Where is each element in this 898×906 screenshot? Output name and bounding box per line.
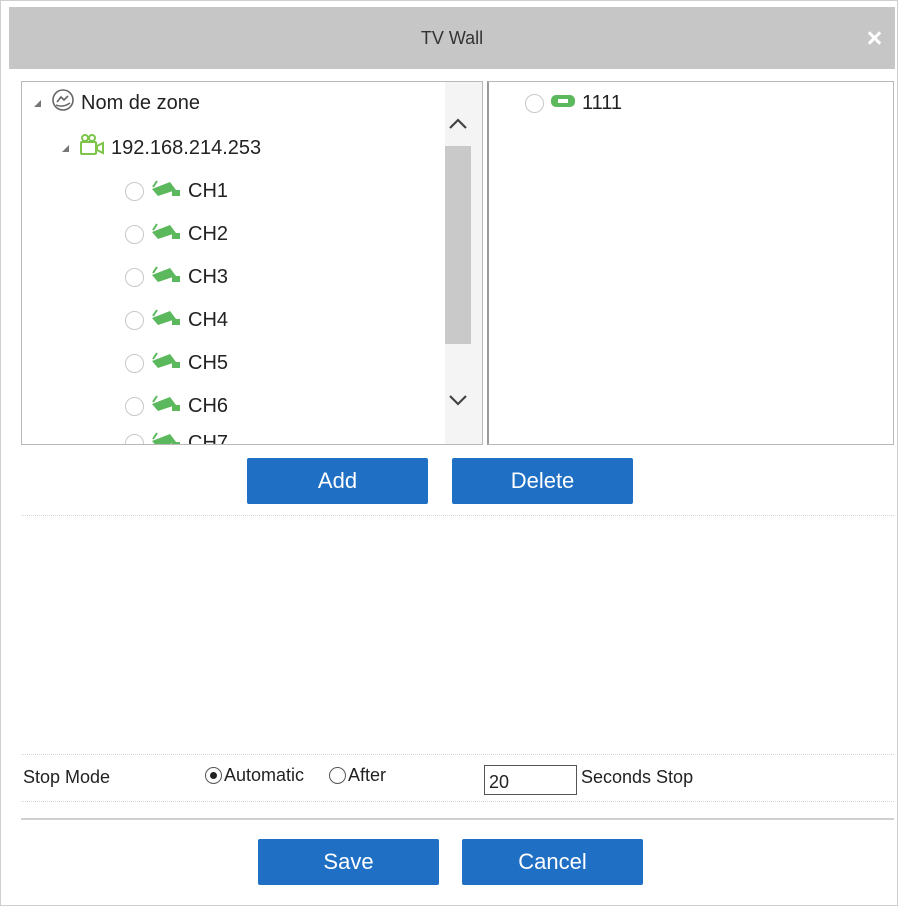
cancel-button[interactable]: Cancel [462,839,643,885]
channel-radio[interactable] [125,267,144,287]
camera-icon [150,393,182,419]
dialog-title: TV Wall [420,28,484,48]
tree-node-zone[interactable]: Nom de zone [34,88,200,118]
stop-mode-label: Stop Mode [23,767,111,787]
channel-label: CH7 [188,431,229,445]
camera-icon [150,264,182,290]
tree-channel-item[interactable]: CH6 [125,391,228,421]
channel-label: CH2 [188,222,229,245]
tv-wall-icon [550,92,576,115]
divider [21,515,894,516]
seconds-input[interactable] [484,765,577,795]
scrollbar-thumb[interactable] [445,146,471,344]
after-radio-option[interactable]: After [329,765,386,786]
tree-channel-item[interactable]: CH4 [125,305,228,335]
close-icon[interactable] [861,25,887,51]
expand-toggle-icon[interactable] [34,99,41,107]
selected-item-label: 1111 [582,91,623,114]
channel-label: CH5 [188,351,229,374]
expand-toggle-icon[interactable] [62,144,69,152]
chevron-down-icon[interactable] [445,388,471,414]
tree-node-device[interactable]: 192.168.214.253 [62,133,261,163]
channel-label: CH3 [188,265,229,288]
tree-scrollbar[interactable] [445,82,482,444]
seconds-stop-label: Seconds Stop [581,767,694,787]
channel-radio[interactable] [125,224,144,244]
tree-channel-item[interactable]: CH1 [125,176,228,206]
camera-icon [150,350,182,376]
channel-label: CH4 [188,308,229,331]
camera-icon [150,221,182,247]
save-button[interactable]: Save [258,839,439,885]
tree-channel-item[interactable]: CH2 [125,219,228,249]
device-label: 192.168.214.253 [111,136,262,159]
automatic-radio[interactable] [205,767,222,784]
chevron-up-icon[interactable] [445,110,471,136]
camera-icon [150,430,182,444]
automatic-radio-option[interactable]: Automatic [205,765,304,786]
channel-radio[interactable] [125,396,144,416]
delete-button[interactable]: Delete [452,458,633,504]
add-button[interactable]: Add [247,458,428,504]
camera-icon [150,178,182,204]
channel-radio[interactable] [125,433,144,444]
after-label: After [348,765,387,785]
after-radio[interactable] [329,767,346,784]
channel-label: CH6 [188,394,229,417]
tree-channel-item[interactable]: CH5 [125,348,228,378]
device-camera-icon [79,133,105,163]
zone-icon [51,88,75,118]
selected-tvwall-panel: 1111 [487,81,894,445]
camera-icon [150,307,182,333]
tree-channel-item[interactable]: CH7 [125,428,229,445]
divider [21,754,894,755]
divider [21,801,894,802]
channel-label: CH1 [188,179,229,202]
zone-label: Nom de zone [81,91,200,114]
tree-channel-item[interactable]: CH3 [125,262,228,292]
tv-wall-dialog: TV Wall Nom de zone 192.168.214.253 CH1 [0,0,898,906]
dialog-titlebar: TV Wall [9,7,895,69]
channel-radio[interactable] [125,181,144,201]
channel-radio[interactable] [125,353,144,373]
selected-item[interactable]: 1111 [525,88,622,118]
channel-tree-panel: Nom de zone 192.168.214.253 CH1 CH2 CH3 [21,81,483,445]
channel-radio[interactable] [125,310,144,330]
footer-divider [21,818,894,820]
automatic-label: Automatic [224,765,305,785]
selected-radio[interactable] [525,93,544,113]
